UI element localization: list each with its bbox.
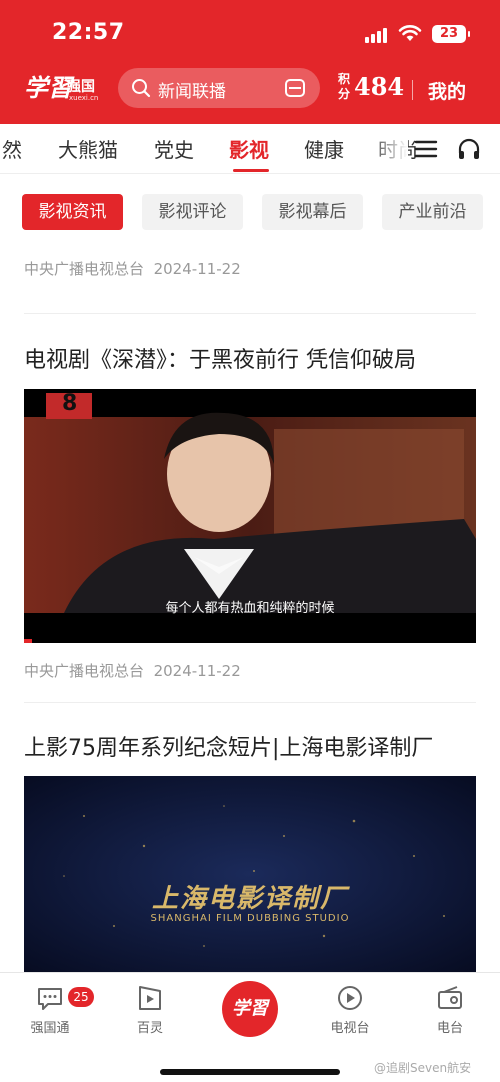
- nav-label: 电视台: [330, 1021, 370, 1036]
- nav-label: 百灵: [136, 1021, 163, 1036]
- watermark: @追剧Seven航安: [374, 1061, 472, 1075]
- chat-icon: [38, 988, 62, 1010]
- logo-url: xuexi.cn: [69, 94, 99, 102]
- nav-radio[interactable]: 电台: [410, 983, 490, 1036]
- header-divider: [412, 80, 413, 100]
- bottom-navigation: 强国通 25 百灵 学習 电视台 电台 @追剧Seven航安: [0, 972, 500, 1082]
- tab-party-history[interactable]: 党史: [154, 134, 194, 163]
- play-circle-icon: [338, 986, 362, 1010]
- thumb-title: 上海电影译制厂: [151, 884, 348, 914]
- tab-film-tv[interactable]: 影视: [229, 134, 269, 163]
- status-time: 22:57: [52, 20, 125, 45]
- chip-behind-scenes[interactable]: 影视幕后: [262, 194, 363, 230]
- article-meta: 中央广播电视总台 2024-11-22: [24, 660, 241, 681]
- search-placeholder: 新闻联播: [158, 82, 226, 102]
- headphones-icon[interactable]: [456, 136, 482, 162]
- app-header: 22:57 23 学習 强国 xuexi.cn 新闻联播 积分 484 我的: [0, 0, 500, 124]
- video-frame-image: [24, 776, 476, 972]
- feed-divider: [24, 313, 476, 314]
- cellular-signal-icon: [365, 27, 389, 43]
- nav-label: 电台: [436, 1021, 463, 1036]
- points-value[interactable]: 484: [354, 72, 404, 101]
- article-meta: 中央广播电视总台 2024-11-22: [24, 258, 241, 279]
- category-tabs: 自然 大熊猫 党史 影视 健康 时尚: [0, 124, 500, 174]
- article-title[interactable]: 上影75周年系列纪念短片|上海电影译制厂: [24, 730, 433, 762]
- article-date: 2024-11-22: [153, 662, 241, 680]
- tab-health[interactable]: 健康: [304, 134, 344, 163]
- sub-category-chips: 影视资讯 影视评论 影视幕后 产业前沿: [0, 174, 500, 250]
- thumb-episode-badge: 8: [62, 391, 78, 416]
- nav-label: 强国通: [30, 1021, 70, 1036]
- thumb-subtitle: 每个人都有热血和纯粹的时候: [165, 601, 335, 616]
- article-thumbnail[interactable]: 8 每个人都有热血和纯粹的时候: [24, 389, 476, 643]
- menu-icon[interactable]: [414, 137, 438, 161]
- thumb-subtitle: SHANGHAI FILM DUBBING STUDIO: [150, 913, 350, 924]
- app-logo[interactable]: 学習 强国 xuexi.cn: [24, 68, 104, 108]
- nav-bailing[interactable]: 百灵: [110, 983, 190, 1036]
- article-source: 中央广播电视总台: [24, 260, 145, 278]
- active-tab-indicator: [233, 169, 269, 172]
- points-label: 积分: [338, 72, 351, 101]
- article-source: 中央广播电视总台: [24, 662, 145, 680]
- tab-nature[interactable]: 自然: [0, 134, 22, 163]
- nav-qiangguotong[interactable]: 强国通 25: [10, 983, 94, 1036]
- chip-film-news[interactable]: 影视资讯: [22, 194, 123, 230]
- notification-badge: 25: [68, 987, 94, 1007]
- short-video-icon: [139, 986, 161, 1010]
- feed-divider: [24, 702, 476, 703]
- article-thumbnail[interactable]: 上海电影译制厂 SHANGHAI FILM DUBBING STUDIO: [24, 776, 476, 972]
- status-bar: 22:57 23: [0, 0, 500, 62]
- tab-fade: [368, 124, 408, 173]
- logo-script: 学習: [24, 73, 72, 102]
- article-title[interactable]: 电视剧《深潜》：于黑夜前行 凭信仰破局: [24, 342, 416, 374]
- chip-film-review[interactable]: 影视评论: [142, 194, 243, 230]
- center-study-button[interactable]: 学習: [222, 981, 278, 1037]
- radio-icon: [438, 986, 462, 1009]
- battery-indicator: 23: [432, 25, 470, 43]
- article-date: 2024-11-22: [153, 260, 241, 278]
- scan-icon[interactable]: [284, 77, 306, 99]
- mine-button[interactable]: 我的: [428, 77, 466, 104]
- search-bar[interactable]: 新闻联播: [118, 68, 320, 108]
- chip-industry[interactable]: 产业前沿: [382, 194, 483, 230]
- tab-panda[interactable]: 大熊猫: [58, 134, 118, 163]
- nav-tv-station[interactable]: 电视台: [310, 983, 390, 1036]
- home-indicator[interactable]: [160, 1069, 340, 1075]
- wifi-icon: [398, 25, 422, 41]
- search-icon: [132, 79, 151, 98]
- logo-text: 强国: [67, 79, 95, 95]
